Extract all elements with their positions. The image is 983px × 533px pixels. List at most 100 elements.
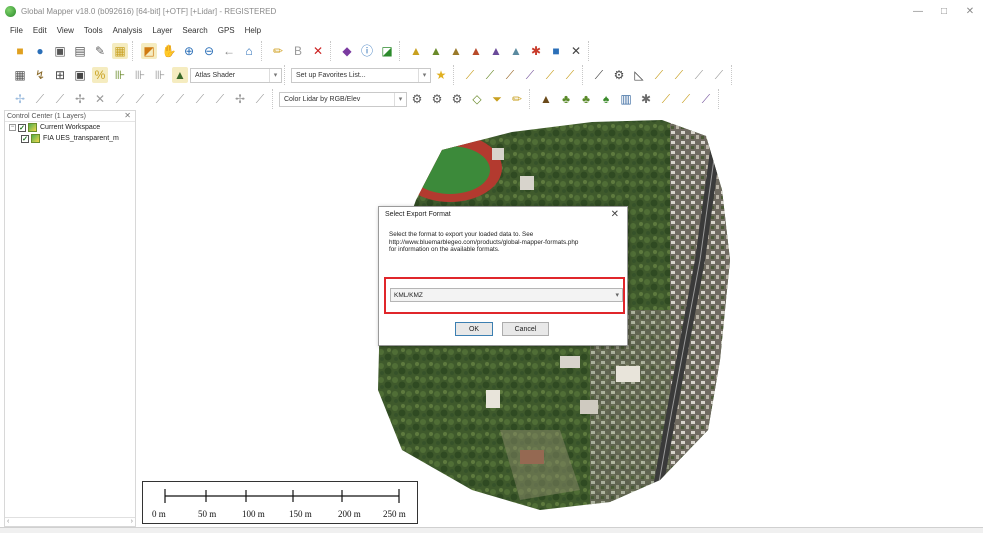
line-tool-icon[interactable]: ⟋ (462, 67, 478, 83)
table-icon[interactable]: ▦ (12, 67, 28, 83)
format-select[interactable]: KML/KMZ ▾ (390, 288, 623, 302)
star-icon[interactable]: ★ (433, 67, 449, 83)
building-icon[interactable]: ▥ (618, 91, 634, 107)
tree-item-workspace[interactable]: − ✓ Current Workspace (5, 122, 135, 133)
grid-icon[interactable]: ■ (548, 43, 564, 59)
shader-mountain-icon[interactable]: ▲ (172, 67, 188, 83)
draw-path-icon[interactable]: ⟋ (132, 91, 148, 107)
tree-icon[interactable]: ♠ (598, 91, 614, 107)
open-folder-icon[interactable]: ■ (12, 43, 28, 59)
draw-shape-icon-5[interactable]: ✢ (232, 91, 248, 107)
menu-edit[interactable]: Edit (28, 26, 52, 35)
menu-layer[interactable]: Layer (147, 26, 177, 35)
terrain-icon[interactable]: ▲ (428, 43, 444, 59)
tree-item-layer[interactable]: ✓ FIA UES_transparent_m (5, 133, 135, 144)
vegetation-class-icon[interactable]: ♣ (558, 91, 574, 107)
gear-measure-icon[interactable]: ⚙ (611, 67, 627, 83)
draw-line-icon[interactable]: ⟋ (112, 91, 128, 107)
config-wrench-icon[interactable]: ✎ (92, 43, 108, 59)
layer-tool-icon[interactable]: ⊞ (52, 67, 68, 83)
menu-analysis[interactable]: Analysis (108, 26, 148, 35)
collapse-icon[interactable]: − (9, 124, 16, 131)
water-icon[interactable]: ⟋ (678, 91, 694, 107)
digitizer-icon[interactable]: ◩ (141, 43, 157, 59)
zoom-in-icon[interactable]: ⊕ (181, 43, 197, 59)
contour-icon[interactable]: ▲ (488, 43, 504, 59)
line-tool-icon-2[interactable]: ⟋ (482, 67, 498, 83)
measure-tool-icon-2[interactable]: ⟋ (671, 67, 687, 83)
feature-info-icon[interactable]: ◆ (339, 43, 355, 59)
pan-hand-icon[interactable]: ✋ (161, 43, 177, 59)
measure-line-icon[interactable]: ⟋ (591, 67, 607, 83)
3d-view-icon[interactable]: ▲ (408, 43, 424, 59)
tower-icon[interactable]: ✱ (528, 43, 544, 59)
layer-checkbox[interactable]: ✓ (21, 134, 29, 143)
draw-shape-icon-4[interactable]: ⟋ (212, 91, 228, 107)
line-tool-icon-4[interactable]: ⟋ (522, 67, 538, 83)
close-icon[interactable]: ✕ (611, 209, 619, 220)
maximize-button[interactable]: □ (931, 0, 957, 22)
path-profile-icon[interactable]: ▲ (468, 43, 484, 59)
view-shed-icon[interactable]: ▲ (448, 43, 464, 59)
measure-tool-icon-3[interactable]: ⟋ (691, 67, 707, 83)
line-tool-icon-6[interactable]: ⟋ (562, 67, 578, 83)
lidar-view-icon[interactable]: ◇ (469, 91, 485, 107)
reshape-icon[interactable]: ⟋ (32, 91, 48, 107)
gear-icon[interactable]: ⚙ (409, 91, 425, 107)
control-center-icon[interactable]: ▦ (112, 43, 128, 59)
minimize-button[interactable]: — (905, 0, 931, 22)
delete-vertex-icon[interactable]: ✕ (92, 91, 108, 107)
filter-gear-icon[interactable]: ⚙ (449, 91, 465, 107)
shader-select[interactable]: Atlas Shader ▾ (190, 67, 282, 83)
favorites-select[interactable]: Set up Favorites List... ▾ (291, 67, 431, 83)
measure-tool-icon[interactable]: ⟋ (651, 67, 667, 83)
draw-shape-icon-2[interactable]: ⟋ (172, 91, 188, 107)
formats-link[interactable]: http://www.bluemarblegeo.com/products/gl… (389, 239, 624, 247)
lidar-edit-icon[interactable]: ✏ (509, 91, 525, 107)
text-tool-icon[interactable]: B (290, 43, 306, 59)
funnel-filter-icon[interactable]: ⏷ (489, 91, 505, 107)
powerline-icon[interactable]: ✱ (638, 91, 654, 107)
lidar-classify-icon[interactable]: ⊪ (112, 67, 128, 83)
back-arrow-icon[interactable]: ← (221, 43, 237, 59)
measure-area-icon[interactable]: ◺ (631, 67, 647, 83)
menu-file[interactable]: File (5, 26, 28, 35)
menu-view[interactable]: View (52, 26, 79, 35)
pencil-icon[interactable]: ✏ (270, 43, 286, 59)
menu-search[interactable]: Search (177, 26, 212, 35)
delete-x-icon[interactable]: ✕ (310, 43, 326, 59)
custom-class-icon[interactable]: ⟋ (698, 91, 714, 107)
ground-class-icon[interactable]: ▲ (538, 91, 554, 107)
low-veg-icon[interactable]: ♣ (578, 91, 594, 107)
line-tool-icon-3[interactable]: ⟋ (502, 67, 518, 83)
lidar-color-select[interactable]: Color Lidar by RGB/Elev ▾ (279, 91, 407, 107)
lidar-profile-icon[interactable]: ⊪ (152, 67, 168, 83)
shade-tool-icon[interactable]: % (92, 67, 108, 83)
close-icon[interactable]: ✕ (124, 111, 131, 120)
menu-help[interactable]: Help (240, 26, 266, 35)
noise-icon[interactable]: ⟋ (658, 91, 674, 107)
draw-shape-icon[interactable]: ⟋ (152, 91, 168, 107)
scroll-left-icon[interactable]: ‹ (7, 518, 9, 526)
close-window-button[interactable]: ✕ (957, 0, 983, 22)
info-icon[interactable]: ⓘ (359, 43, 375, 59)
workspace-checkbox[interactable]: ✓ (18, 123, 26, 132)
raster-tool-icon[interactable]: ▣ (72, 67, 88, 83)
menu-tools[interactable]: Tools (79, 26, 108, 35)
measure-tool-icon-4[interactable]: ⟋ (711, 67, 727, 83)
print-icon[interactable]: ▤ (72, 43, 88, 59)
cancel-button[interactable]: Cancel (502, 322, 549, 336)
ok-button[interactable]: OK (455, 322, 493, 336)
draw-shape-icon-6[interactable]: ⟋ (252, 91, 268, 107)
lidar-filter-icon[interactable]: ⊪ (132, 67, 148, 83)
watershed-icon[interactable]: ▲ (508, 43, 524, 59)
zoom-out-icon[interactable]: ⊖ (201, 43, 217, 59)
menu-gps[interactable]: GPS (213, 26, 240, 35)
globe-icon[interactable]: ● (32, 43, 48, 59)
line-tool-icon-5[interactable]: ⟋ (542, 67, 558, 83)
measure-icon[interactable]: ◪ (379, 43, 395, 59)
home-icon[interactable]: ⌂ (241, 43, 257, 59)
dig-tool-icon[interactable]: ↯ (32, 67, 48, 83)
split-icon[interactable]: ⟋ (52, 91, 68, 107)
horizontal-scrollbar[interactable]: ‹ › (5, 517, 135, 526)
